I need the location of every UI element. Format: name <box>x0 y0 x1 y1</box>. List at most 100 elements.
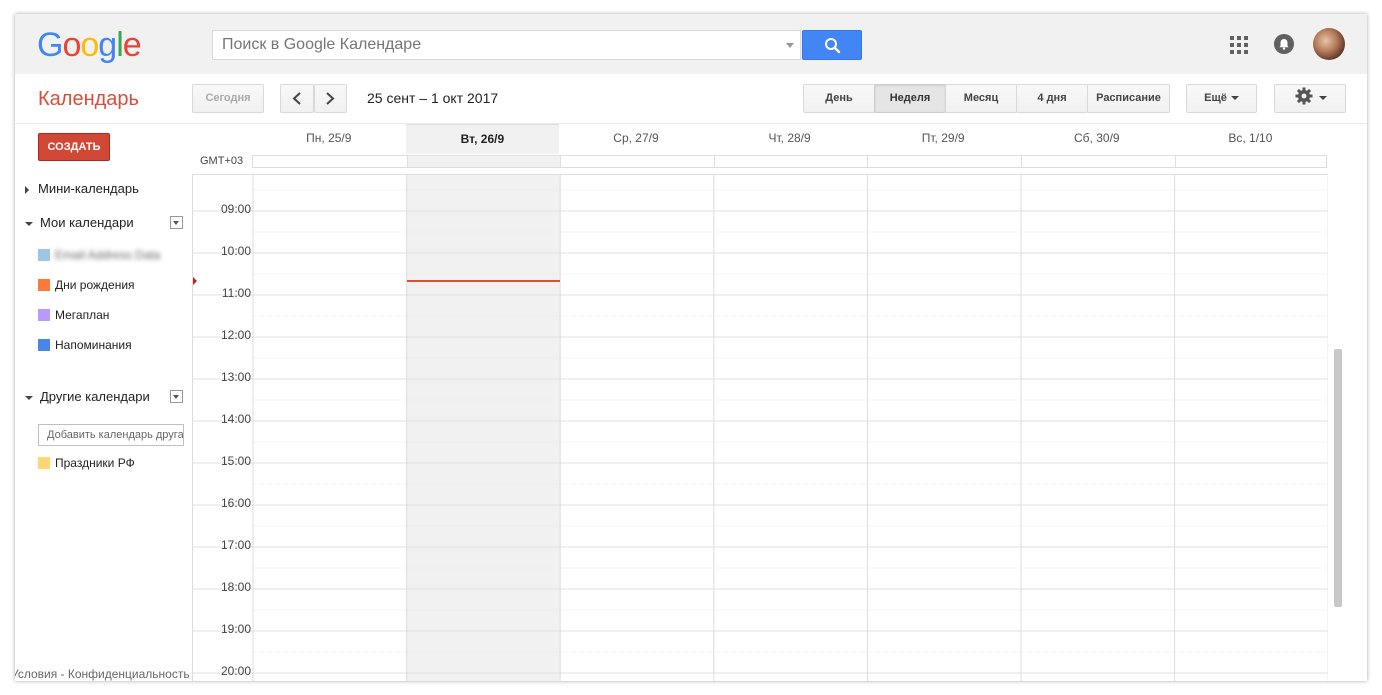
time-grid-canvas <box>193 175 1328 681</box>
column-divider <box>560 156 562 167</box>
chevron-down-icon <box>1319 96 1327 101</box>
more-button-label: Ещё <box>1204 92 1227 104</box>
bell-icon <box>1279 39 1289 50</box>
day-header[interactable]: Чт, 28/9 <box>713 124 867 154</box>
add-friend-calendar-input[interactable]: Добавить календарь друга <box>38 424 184 446</box>
chevron-left-icon <box>292 92 301 105</box>
footer-links[interactable]: Условия - Конфиденциальность <box>15 667 190 681</box>
day-header[interactable]: Пт, 29/9 <box>866 124 1020 154</box>
hour-label: 09:00 <box>220 202 251 216</box>
user-avatar[interactable] <box>1313 28 1345 60</box>
day-header[interactable]: Вс, 1/10 <box>1174 124 1328 154</box>
search-icon <box>825 38 841 54</box>
mini-calendar-toggle[interactable]: Мини-календарь <box>25 181 139 196</box>
gear-icon <box>1295 87 1313 105</box>
column-divider <box>1174 156 1176 167</box>
hour-label: 16:00 <box>220 496 251 510</box>
calendar-item-label: Праздники РФ <box>55 456 135 470</box>
view-day-button[interactable]: День <box>803 84 875 113</box>
create-event-button[interactable]: СОЗДАТЬ <box>38 133 110 161</box>
calendar-item-label: Мегаплан <box>55 308 110 322</box>
top-bar: Google <box>15 14 1367 74</box>
calendar-item-birthdays[interactable]: Дни рождения <box>38 278 135 292</box>
prev-period-button[interactable] <box>280 84 314 113</box>
day-header[interactable]: Пн, 25/9 <box>252 124 406 154</box>
other-calendars-label: Другие календари <box>40 389 150 404</box>
calendar-item-reminders[interactable]: Напоминания <box>38 338 132 352</box>
hour-label: 15:00 <box>220 454 251 468</box>
collapse-arrow-icon <box>25 221 33 226</box>
search-input[interactable] <box>213 31 783 59</box>
column-divider <box>406 156 408 167</box>
hour-label: 13:00 <box>220 370 251 384</box>
calendar-color-swatch <box>38 279 50 291</box>
date-range-label: 25 сент – 1 окт 2017 <box>367 90 499 106</box>
day-header[interactable]: Вт, 26/9 <box>405 124 560 154</box>
day-headers: Пн, 25/9 Вт, 26/9 Ср, 27/9 Чт, 28/9 Пт, 29/9… <box>252 124 1327 154</box>
hour-label: 20:00 <box>220 664 251 678</box>
calendar-color-swatch <box>38 339 50 351</box>
current-time-marker-icon <box>193 277 197 285</box>
logo-letter: g <box>98 26 117 64</box>
hour-label: 19:00 <box>220 622 251 636</box>
more-button[interactable]: Ещё <box>1186 84 1257 113</box>
hour-label: 14:00 <box>220 412 251 426</box>
logo-letter: o <box>62 26 81 64</box>
search-options-dropdown-icon[interactable] <box>786 43 794 48</box>
my-calendars-menu-icon[interactable] <box>170 216 183 229</box>
hour-label: 10:00 <box>220 244 251 258</box>
my-calendars-toggle[interactable]: Мои календари <box>25 215 134 230</box>
column-divider <box>713 156 715 167</box>
chevron-right-icon <box>326 92 335 105</box>
other-calendars-menu-icon[interactable] <box>170 390 183 403</box>
search-box <box>212 30 801 60</box>
notifications-bell-icon[interactable] <box>1274 34 1294 54</box>
all-day-row[interactable] <box>252 155 1327 168</box>
settings-button[interactable] <box>1274 84 1346 113</box>
calendar-item-primary[interactable]: Email Address Data <box>38 248 160 262</box>
view-agenda-button[interactable]: Расписание <box>1087 84 1170 113</box>
logo-letter: o <box>80 26 99 64</box>
today-allday-highlight <box>406 156 561 167</box>
next-period-button[interactable] <box>314 84 347 113</box>
logo-letter: e <box>122 26 142 64</box>
timezone-label: GMT+03 <box>200 155 244 167</box>
my-calendars-label: Мои календари <box>40 215 134 230</box>
column-divider <box>867 156 869 167</box>
column-divider <box>1021 156 1022 167</box>
hour-label: 11:00 <box>221 286 251 300</box>
calendar-item-label: Дни рождения <box>55 278 135 292</box>
app-title[interactable]: Календарь <box>38 88 139 111</box>
calendar-item-label: Email Address Data <box>55 248 161 262</box>
left-sidebar: СОЗДАТЬ Мини-календарь Мои календари Ema… <box>15 124 193 681</box>
google-logo[interactable]: Google <box>37 26 142 65</box>
expand-arrow-icon <box>25 185 29 194</box>
calendar-color-swatch <box>38 249 50 261</box>
today-button[interactable]: Сегодня <box>192 84 264 113</box>
view-week-button[interactable]: Неделя <box>874 84 946 113</box>
view-4days-button[interactable]: 4 дня <box>1016 84 1088 113</box>
hour-label: 18:00 <box>220 580 251 594</box>
calendar-item-megaplan[interactable]: Мегаплан <box>38 308 109 322</box>
day-header[interactable]: Ср, 27/9 <box>559 124 713 154</box>
day-header[interactable]: Сб, 30/9 <box>1020 124 1174 154</box>
search-button[interactable] <box>802 30 862 60</box>
calendar-color-swatch <box>38 309 50 321</box>
time-grid[interactable]: 08:0009:0010:0011:0012:0013:0014:0015:00… <box>192 174 1328 681</box>
calendar-item-holidays[interactable]: Праздники РФ <box>38 456 135 470</box>
week-grid: Пн, 25/9 Вт, 26/9 Ср, 27/9 Чт, 28/9 Пт, 29/9… <box>192 124 1367 681</box>
hour-label: 12:00 <box>220 328 251 342</box>
calendar-toolbar: Календарь Сегодня 25 сент – 1 окт 2017 Д… <box>15 74 1367 124</box>
current-time-line <box>406 280 561 282</box>
view-month-button[interactable]: Месяц <box>945 84 1017 113</box>
hour-label: 17:00 <box>220 538 251 552</box>
app-window: Google Календарь Сегодня <box>15 14 1367 681</box>
chevron-down-icon <box>1230 96 1239 101</box>
mini-calendar-label: Мини-календарь <box>38 181 139 196</box>
calendar-item-label: Напоминания <box>55 338 132 352</box>
apps-grid-icon[interactable] <box>1230 36 1248 54</box>
logo-letter: G <box>37 26 63 64</box>
other-calendars-toggle[interactable]: Другие календари <box>25 389 150 404</box>
today-column-highlight <box>406 175 561 681</box>
grid-scrollbar[interactable] <box>1334 349 1342 607</box>
